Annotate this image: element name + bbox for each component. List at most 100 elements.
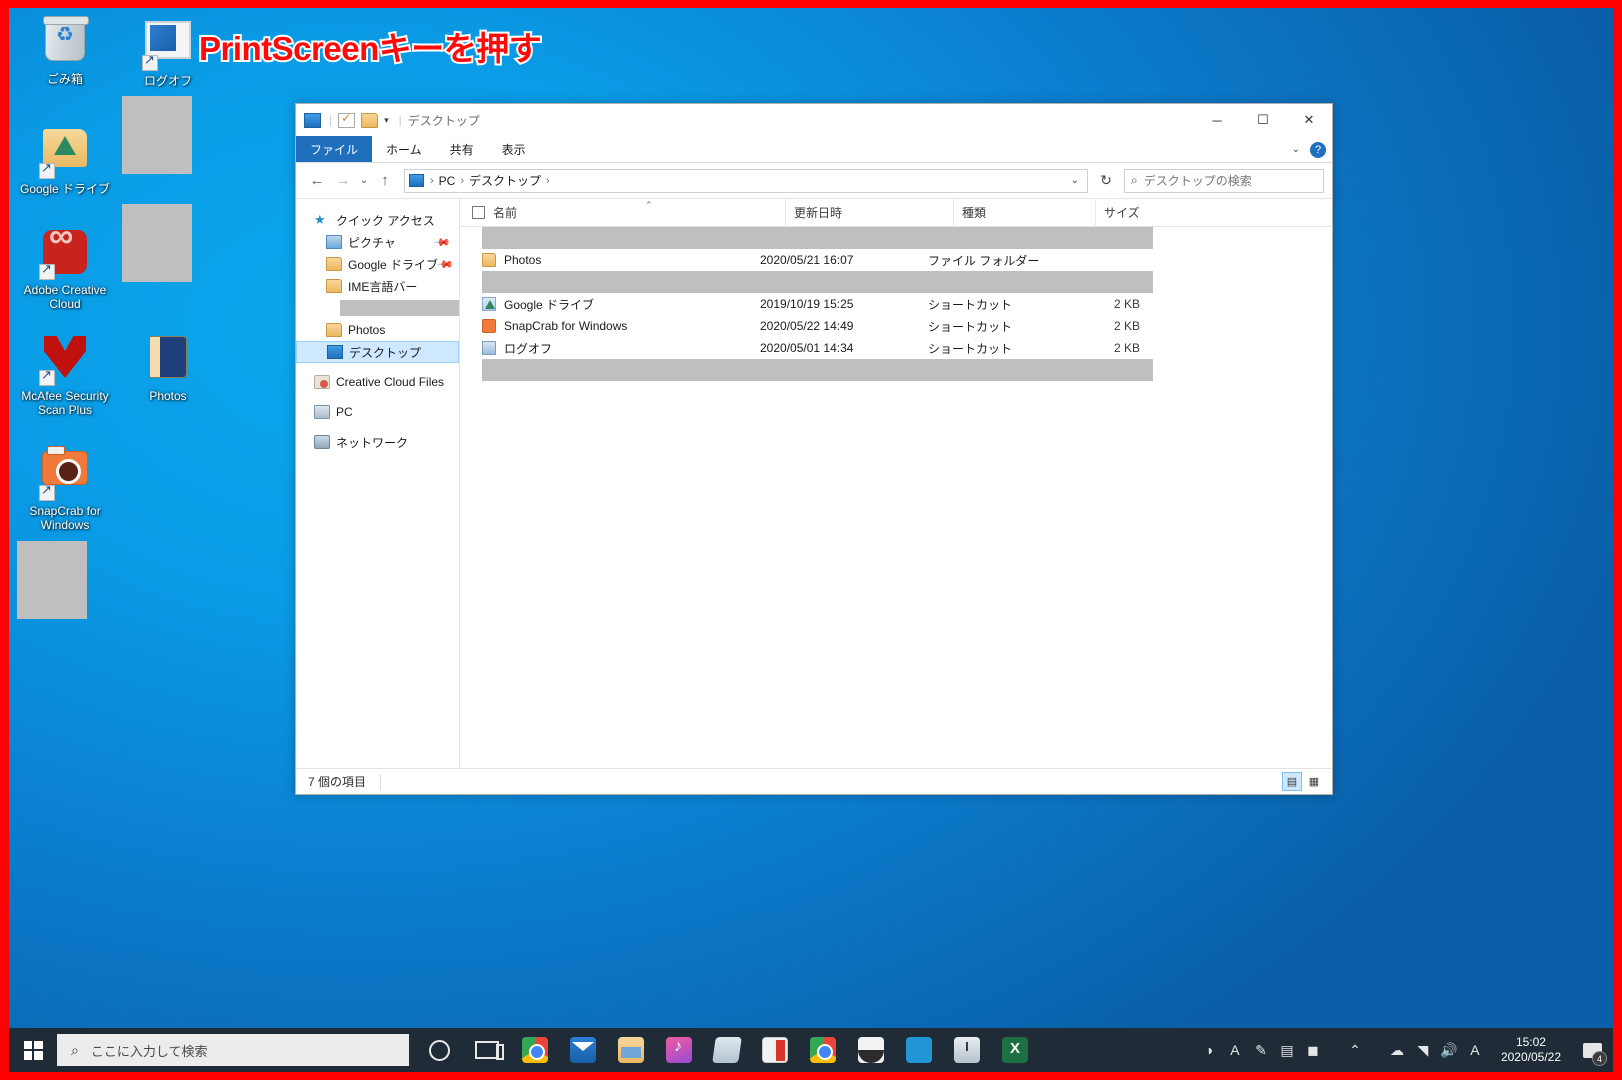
- ime-mode-a-icon[interactable]: A: [1463, 1028, 1487, 1072]
- file-list-pane[interactable]: 名前 ⌃ 更新日時 種類 サイズ: [460, 199, 1332, 768]
- excel-icon[interactable]: [991, 1028, 1039, 1072]
- ime-pad-icon[interactable]: ▤: [1275, 1028, 1299, 1072]
- help-icon[interactable]: ?: [1310, 142, 1326, 158]
- show-hidden-icons-chevron[interactable]: ⌃: [1343, 1028, 1367, 1072]
- table-row[interactable]: Google ドライブ 2019/10/19 15:25 ショートカット 2 K…: [460, 293, 1332, 315]
- title-bar[interactable]: | ▾ | デスクトップ ─ ☐ ✕: [296, 104, 1332, 136]
- ribbon-tabs[interactable]: ファイル ホーム 共有 表示 ⌄ ?: [296, 136, 1332, 163]
- close-button[interactable]: ✕: [1286, 104, 1332, 136]
- blue-app-icon[interactable]: [895, 1028, 943, 1072]
- chrome-secondary-icon[interactable]: [799, 1028, 847, 1072]
- column-header-name[interactable]: 名前 ⌃: [493, 199, 785, 227]
- taskbar-app-icons[interactable]: [415, 1028, 1039, 1072]
- microsoft-store-icon[interactable]: [703, 1028, 751, 1072]
- sidebar-item-photos[interactable]: Photos: [296, 319, 459, 341]
- cell-type: ショートカット: [920, 296, 1062, 313]
- chevron-down-icon[interactable]: ⌄: [1292, 144, 1300, 155]
- sidebar-item-google-drive[interactable]: Google ドライブ 📌: [296, 253, 459, 275]
- package-icon[interactable]: ◼: [1301, 1028, 1325, 1072]
- ime-a-icon[interactable]: A: [1223, 1028, 1247, 1072]
- itunes-icon[interactable]: [655, 1028, 703, 1072]
- ime-tools-icon[interactable]: ✎: [1249, 1028, 1273, 1072]
- task-view-icon[interactable]: [463, 1028, 511, 1072]
- table-row[interactable]: [460, 227, 1332, 249]
- maximize-button[interactable]: ☐: [1240, 104, 1286, 136]
- navigation-pane[interactable]: ★ クイック アクセス ピクチャ 📌 Google ドライブ 📌: [296, 199, 460, 768]
- chevron-down-icon[interactable]: ⌄: [1071, 175, 1083, 186]
- table-row[interactable]: ログオフ 2020/05/01 14:34 ショートカット 2 KB: [460, 337, 1332, 359]
- cell-date: 2020/05/22 14:49: [752, 319, 920, 333]
- column-header-date[interactable]: 更新日時: [785, 199, 953, 227]
- sidebar-item-quick-access[interactable]: ★ クイック アクセス: [296, 209, 459, 231]
- system-tray[interactable]: ◑ A ✎ ▤ ◼ ⌃ ☁ ◥ 🔊 A 15:02 2020/05/22 4: [1197, 1028, 1613, 1072]
- google-chrome-icon[interactable]: [511, 1028, 559, 1072]
- tab-file[interactable]: ファイル: [296, 136, 372, 162]
- cortana-icon[interactable]: [415, 1028, 463, 1072]
- desktop-icon-mcafee[interactable]: McAfee Security Scan Plus: [15, 333, 115, 417]
- clock[interactable]: 15:02 2020/05/22: [1489, 1035, 1573, 1065]
- adobe-creative-cloud-icon: [41, 230, 89, 278]
- sidebar-item-creative-cloud-files[interactable]: Creative Cloud Files: [296, 371, 459, 393]
- table-row[interactable]: SnapCrab for Windows 2020/05/22 14:49 ショ…: [460, 315, 1332, 337]
- sidebar-item-pictures[interactable]: ピクチャ 📌: [296, 231, 459, 253]
- taskbar-search-input[interactable]: ⌕ ここに入力して検索: [57, 1034, 409, 1066]
- sidebar-item-pc[interactable]: PC: [296, 401, 459, 423]
- sidebar-item-desktop[interactable]: デスクトップ: [296, 341, 459, 363]
- sidebar-item-label: デスクトップ: [349, 344, 421, 361]
- details-view-button[interactable]: ▤: [1282, 772, 1302, 791]
- tab-home[interactable]: ホーム: [372, 136, 436, 162]
- address-bar-row[interactable]: ← → ⌄ ↑ › PC › デスクトップ › ⌄ ↻ ⌕ デスクトップの検索: [296, 163, 1332, 199]
- properties-icon[interactable]: [338, 113, 355, 128]
- view-toggle-group[interactable]: ▤ ▦: [1282, 772, 1324, 791]
- forward-button[interactable]: →: [330, 172, 356, 189]
- column-headers[interactable]: 名前 ⌃ 更新日時 種類 サイズ: [460, 199, 1332, 227]
- large-icons-view-button[interactable]: ▦: [1304, 772, 1324, 791]
- sidebar-item-ime-language-bar[interactable]: IME言語バー: [296, 275, 459, 297]
- address-input[interactable]: › PC › デスクトップ › ⌄: [404, 169, 1088, 193]
- sidebar-item-network[interactable]: ネットワーク: [296, 431, 459, 453]
- file-explorer-window[interactable]: | ▾ | デスクトップ ─ ☐ ✕ ファイル ホーム 共有 表示 ⌄: [295, 103, 1333, 795]
- volume-icon[interactable]: 🔊: [1437, 1028, 1461, 1072]
- breadcrumb-desktop[interactable]: デスクトップ: [466, 172, 544, 189]
- pdf-reader-icon[interactable]: [751, 1028, 799, 1072]
- file-explorer-icon[interactable]: [607, 1028, 655, 1072]
- desktop-icon-adobe-creative-cloud[interactable]: Adobe Creative Cloud: [19, 228, 111, 311]
- search-box[interactable]: ⌕ デスクトップの検索: [1124, 169, 1324, 193]
- window-controls[interactable]: ─ ☐ ✕: [1194, 104, 1332, 136]
- tab-view[interactable]: 表示: [488, 136, 540, 162]
- desktop-icon-recycle-bin[interactable]: ごみ箱: [19, 16, 111, 86]
- select-all-checkbox[interactable]: [472, 206, 485, 219]
- up-button[interactable]: ↑: [372, 172, 398, 189]
- onedrive-cloud-icon[interactable]: ☁: [1385, 1028, 1409, 1072]
- table-row[interactable]: Photos 2020/05/21 16:07 ファイル フォルダー: [460, 249, 1332, 271]
- customize-caret-icon[interactable]: ▾: [384, 115, 389, 126]
- taskbar[interactable]: ⌕ ここに入力して検索 ◑ A ✎: [9, 1028, 1613, 1072]
- table-row[interactable]: [460, 271, 1332, 293]
- column-header-type[interactable]: 種類: [953, 199, 1095, 227]
- desktop-icon-google-drive[interactable]: Google ドライブ: [19, 123, 111, 196]
- pin-icon[interactable]: 📌: [433, 233, 452, 252]
- notification-center-button[interactable]: 4: [1575, 1028, 1609, 1072]
- table-row[interactable]: [460, 359, 1332, 381]
- refresh-button[interactable]: ↻: [1094, 172, 1118, 189]
- folder-blue-icon[interactable]: [304, 113, 321, 128]
- photos-app-icon[interactable]: [847, 1028, 895, 1072]
- snapcrab-tray-icon[interactable]: ◑: [1197, 1028, 1221, 1072]
- pin-icon[interactable]: 📌: [435, 255, 454, 274]
- sidebar-item-censored[interactable]: [296, 297, 459, 319]
- clock-app-icon[interactable]: [943, 1028, 991, 1072]
- windows-desktop[interactable]: ごみ箱 ログオフ Google ドライブ Adobe Creative Clou…: [9, 8, 1613, 1072]
- desktop-icon-photos[interactable]: Photos: [122, 333, 214, 403]
- column-header-size[interactable]: サイズ: [1095, 199, 1195, 227]
- start-button[interactable]: [9, 1028, 57, 1072]
- new-folder-icon[interactable]: [361, 113, 378, 128]
- minimize-button[interactable]: ─: [1194, 104, 1240, 136]
- wifi-icon[interactable]: ◥: [1411, 1028, 1435, 1072]
- desktop-icon-snapcrab[interactable]: SnapCrab for Windows: [15, 443, 115, 532]
- back-button[interactable]: ←: [304, 172, 330, 189]
- mail-icon[interactable]: [559, 1028, 607, 1072]
- recent-locations-button[interactable]: ⌄: [356, 175, 372, 186]
- breadcrumb-pc[interactable]: PC: [436, 174, 459, 188]
- file-list[interactable]: Photos 2020/05/21 16:07 ファイル フォルダー: [460, 227, 1332, 768]
- tab-share[interactable]: 共有: [436, 136, 488, 162]
